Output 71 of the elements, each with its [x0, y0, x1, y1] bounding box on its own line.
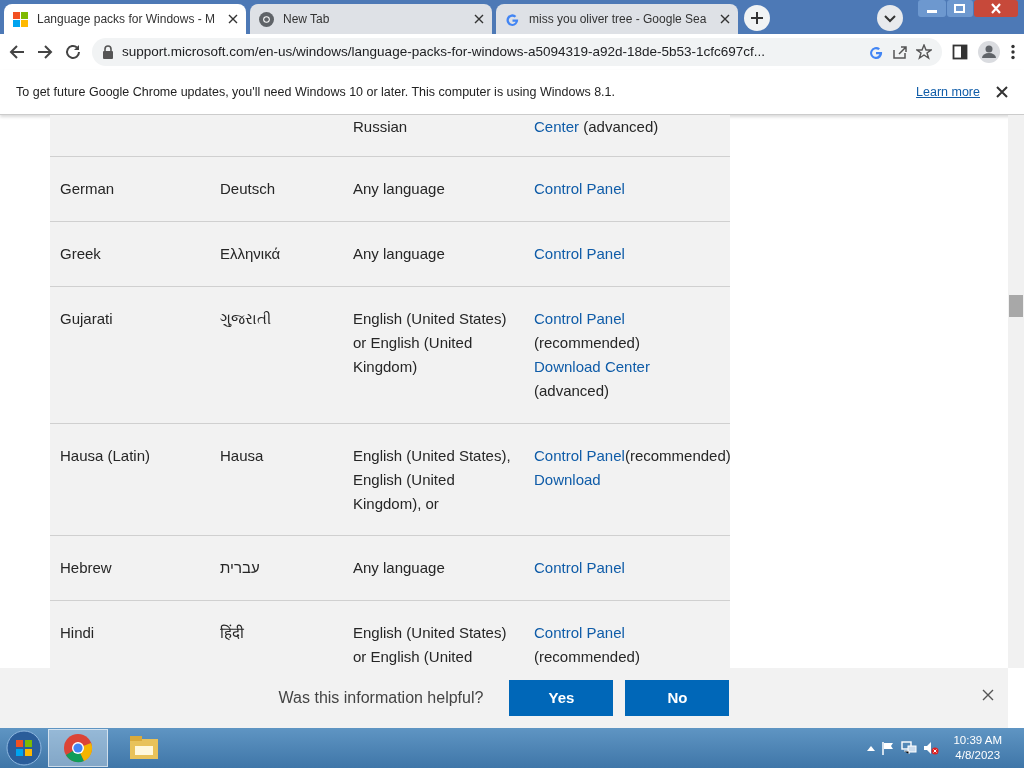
table-cell: Hebrew [60, 559, 112, 576]
chrome-logo-icon [63, 733, 93, 763]
table-cell: Control Panel (recommended) [534, 624, 640, 665]
table-cell: English (United States) or English (United Kingdom) [353, 310, 507, 375]
address-bar[interactable]: support.microsoft.com/en-us/windows/language-packs-for-windows-a5094319-a92d-18de-5b53-1cfc697cf... [92, 38, 942, 66]
table-cell: German [60, 180, 115, 197]
network-icon[interactable] [901, 741, 918, 755]
chrome-logo-icon [258, 10, 275, 28]
browser-tab[interactable]: Language packs for Windows - M [4, 4, 246, 34]
table-cell: Greek [60, 245, 101, 262]
close-icon[interactable] [980, 687, 996, 703]
browser-tab[interactable]: miss you oliver tree - Google Sea [496, 4, 738, 34]
link[interactable]: Control Panel [534, 180, 625, 197]
table-cell: ગુજરાતી [220, 310, 271, 327]
taskbar-app[interactable] [48, 729, 108, 767]
minimize-icon[interactable] [918, 0, 946, 17]
table-cell: Control Panel(recommended) Download [534, 447, 730, 488]
close-icon[interactable] [996, 86, 1008, 98]
flag-icon[interactable] [881, 741, 896, 755]
table-cell: English (United States) or English (United [353, 624, 507, 665]
speaker-muted-icon[interactable] [923, 741, 940, 755]
link[interactable]: Center [534, 118, 580, 135]
menu-icon[interactable] [1010, 44, 1016, 60]
table-cell: Center (advanced) [534, 118, 659, 135]
table-cell: हिंदी [220, 624, 244, 641]
feedback-button[interactable]: No [625, 680, 730, 716]
close-icon[interactable] [228, 14, 238, 24]
table-cell: English (United States), English (United Kingdom), or [353, 447, 511, 512]
new-tab-icon[interactable] [744, 5, 770, 31]
lock-icon [102, 45, 114, 59]
side-panel-icon[interactable] [952, 44, 968, 60]
table-cell: עברית [220, 559, 260, 576]
link[interactable]: Control Panel [534, 245, 625, 262]
table-cell: Any language [353, 180, 445, 197]
table-cell: Hausa (Latin) [60, 447, 151, 464]
reload-icon[interactable] [64, 43, 82, 61]
feedback-button[interactable]: Yes [509, 680, 614, 716]
browser-tab[interactable]: New Tab [250, 4, 492, 34]
share-icon[interactable] [892, 44, 908, 60]
feedback-question: Was this information helpful? [278, 688, 484, 708]
infobar-message: To get future Google Chrome updates, you'll need Windows 10 or later. This computer is using Windows 8.1. [16, 83, 616, 101]
table-cell: Hindi [60, 624, 95, 641]
learn-more-link[interactable]: Learn more [916, 82, 980, 102]
table-cell: Any language [353, 245, 445, 262]
forward-icon[interactable] [36, 43, 54, 61]
back-icon[interactable] [8, 43, 26, 61]
start-orb-icon[interactable] [6, 730, 42, 766]
table-cell: Gujarati [60, 310, 113, 327]
tab-search-icon[interactable] [877, 5, 903, 31]
close-icon[interactable] [720, 14, 730, 24]
link[interactable]: Control Panel [534, 310, 625, 327]
table-cell: Ελληνικά [220, 245, 281, 262]
table-cell: Deutsch [220, 180, 276, 197]
up-arrow-icon[interactable] [867, 745, 876, 751]
link[interactable]: Download Center [534, 358, 650, 375]
link[interactable]: Control Panel [534, 447, 625, 464]
link[interactable]: Download [534, 471, 601, 488]
table-cell: Any language [353, 559, 445, 576]
table-cell: Russian [353, 118, 408, 135]
windows-logo-icon [12, 10, 29, 28]
clock-time[interactable]: 10:39 AM [953, 733, 1002, 748]
google-logo-icon[interactable] [868, 44, 884, 60]
link[interactable]: Control Panel [534, 559, 625, 576]
star-icon[interactable] [916, 44, 932, 60]
profile-icon[interactable] [978, 41, 1000, 63]
restore-icon[interactable] [947, 0, 973, 17]
table-cell: Control Panel (recommended) Download Center (advanced) [534, 310, 650, 399]
table-cell: Hausa [220, 447, 264, 464]
link[interactable]: Control Panel [534, 624, 625, 641]
clock-date[interactable]: 4/8/2023 [953, 748, 1002, 763]
close-icon[interactable] [474, 14, 484, 24]
